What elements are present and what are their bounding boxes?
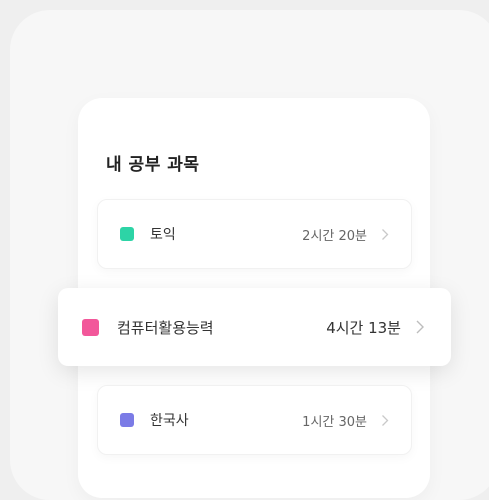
chevron-right-icon <box>381 228 389 241</box>
subject-name: 컴퓨터활용능력 <box>117 318 214 337</box>
subject-name: 한국사 <box>150 413 189 429</box>
card-title: 내 공부 과목 <box>106 155 200 175</box>
subject-study-time: 2시간 20분 <box>302 228 367 244</box>
subject-study-time: 1시간 30분 <box>302 414 367 430</box>
subject-row-toeic[interactable]: 토익 2시간 20분 <box>97 199 412 269</box>
subject-color-swatch <box>120 227 134 241</box>
subject-color-swatch <box>120 413 134 427</box>
subject-row-computer-skills[interactable]: 컴퓨터활용능력 4시간 13분 <box>58 288 451 366</box>
chevron-right-icon <box>415 319 425 335</box>
subject-study-time: 4시간 13분 <box>326 318 401 337</box>
chevron-right-icon <box>381 414 389 427</box>
subject-color-swatch <box>82 318 99 336</box>
subject-name: 토익 <box>150 227 176 243</box>
subject-row-korean-history[interactable]: 한국사 1시간 30분 <box>97 385 412 455</box>
